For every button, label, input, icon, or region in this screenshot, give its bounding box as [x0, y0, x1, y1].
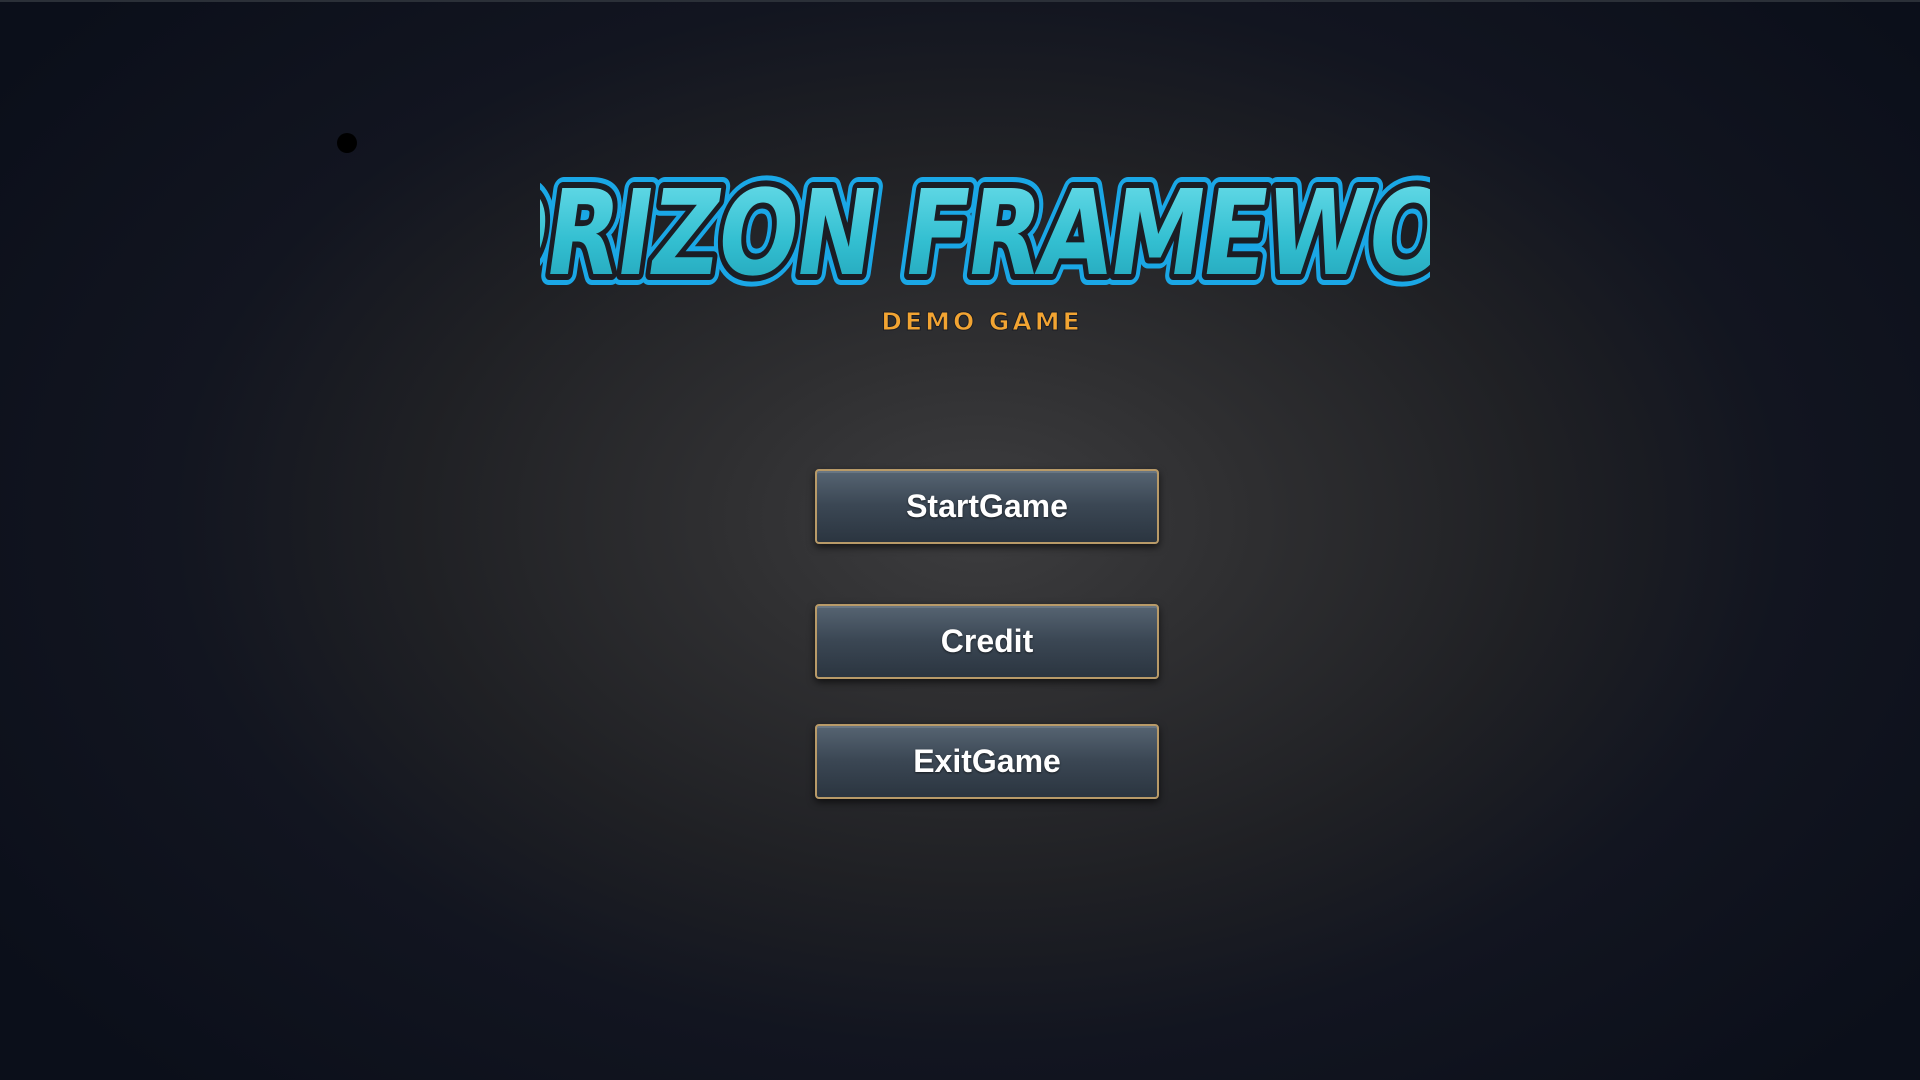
top-edge-divider: [0, 0, 1920, 2]
exit-game-label: ExitGame: [913, 743, 1061, 779]
logo-subtitle: DEMO GAME: [881, 307, 1083, 336]
start-game-button[interactable]: StartGame: [815, 469, 1159, 544]
logo-title: HORIZON FRAMEWORK: [540, 165, 1430, 302]
cursor-dot-icon: [337, 133, 357, 153]
credit-label: Credit: [940, 623, 1034, 659]
credit-button[interactable]: Credit: [815, 604, 1159, 679]
game-logo: HORIZON FRAMEWORK HORIZON FRAMEWORK HORI…: [540, 134, 1430, 346]
start-game-label: StartGame: [906, 488, 1068, 524]
exit-game-button[interactable]: ExitGame: [815, 724, 1159, 799]
